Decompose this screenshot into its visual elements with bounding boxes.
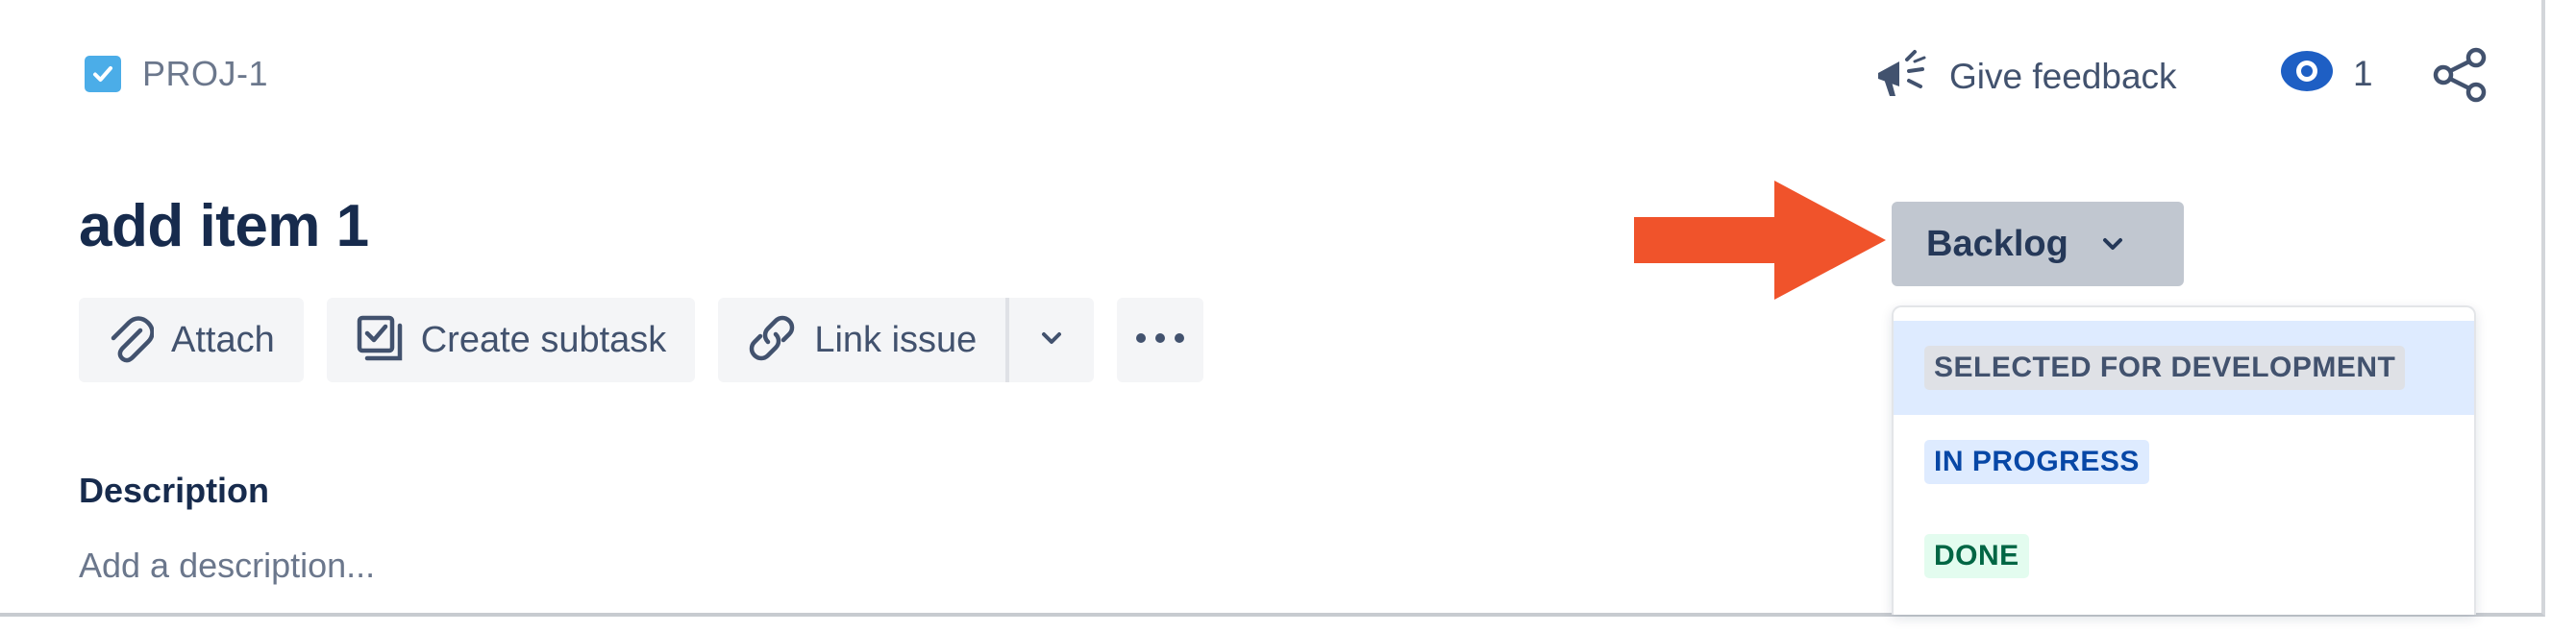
status-option-in-progress[interactable]: IN PROGRESS	[1894, 415, 2474, 509]
issue-title[interactable]: add item 1	[79, 192, 369, 260]
issue-view: PROJ-1 Give feedback 1 add item 1 Attach…	[0, 0, 2545, 617]
description-editor[interactable]: Add a description...	[79, 546, 375, 586]
status-lozenge: IN PROGRESS	[1924, 440, 2149, 484]
chevron-down-icon	[1040, 330, 1063, 351]
more-actions-button[interactable]	[1117, 298, 1204, 382]
subtask-icon	[356, 314, 404, 367]
status-option-done[interactable]: DONE	[1894, 509, 2474, 603]
watch-button[interactable]: 1	[2280, 50, 2373, 97]
link-issue-split-button: Link issue	[718, 298, 1095, 382]
status-dropdown-menu: SELECTED FOR DEVELOPMENT IN PROGRESS DON…	[1892, 305, 2476, 615]
issue-actions-toolbar: Attach Create subtask Link issue	[79, 298, 1204, 382]
megaphone-icon	[1874, 48, 1928, 105]
give-feedback-label: Give feedback	[1949, 56, 2177, 96]
status-option-selected-for-development[interactable]: SELECTED FOR DEVELOPMENT	[1894, 321, 2474, 415]
link-issue-label: Link issue	[814, 319, 978, 360]
create-subtask-button[interactable]: Create subtask	[326, 298, 696, 382]
checkbox-icon	[85, 56, 121, 92]
status-dropdown-button[interactable]: Backlog	[1892, 202, 2184, 286]
status-lozenge: DONE	[1924, 534, 2029, 578]
share-icon	[2432, 47, 2489, 108]
attach-label: Attach	[171, 319, 275, 360]
status-lozenge: SELECTED FOR DEVELOPMENT	[1924, 346, 2406, 390]
link-issue-dropdown-button[interactable]	[1009, 298, 1095, 382]
chevron-down-icon	[2101, 236, 2124, 252]
issue-key-breadcrumb[interactable]: PROJ-1	[85, 54, 268, 94]
description-heading: Description	[79, 471, 270, 510]
ellipsis-icon	[1135, 331, 1185, 349]
give-feedback-button[interactable]: Give feedback	[1874, 48, 2177, 105]
issue-key[interactable]: PROJ-1	[142, 54, 268, 94]
watchers-count: 1	[2353, 53, 2373, 93]
link-icon	[747, 313, 797, 368]
create-subtask-label: Create subtask	[420, 319, 667, 360]
eye-icon	[2280, 50, 2334, 97]
attach-button[interactable]: Attach	[79, 298, 304, 382]
link-issue-button[interactable]: Link issue	[718, 298, 1006, 382]
paperclip-icon	[108, 313, 155, 368]
arrow-annotation	[1634, 181, 1894, 304]
status-current-label: Backlog	[1926, 223, 2068, 264]
share-button[interactable]	[2432, 46, 2489, 109]
